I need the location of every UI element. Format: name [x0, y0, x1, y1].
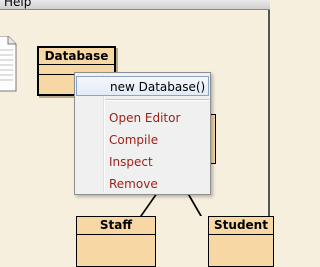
context-menu-separator	[105, 99, 209, 101]
readme-document-icon[interactable]	[0, 36, 20, 92]
inheritance-line-student	[187, 195, 202, 216]
inheritance-line-staff	[140, 195, 157, 216]
menu-item-new-database[interactable]: new Database()	[76, 76, 209, 96]
staff-class-name: Staff	[77, 217, 155, 235]
menu-item-compile[interactable]: Compile	[76, 130, 209, 150]
student-class-box[interactable]: Student	[208, 216, 274, 267]
class-context-menu: new Database() Open Editor Compile Inspe…	[74, 72, 211, 195]
menu-item-inspect[interactable]: Inspect	[76, 152, 209, 172]
database-class-name: Database	[39, 48, 114, 65]
menu-help[interactable]: Help	[4, 0, 31, 9]
menu-bar: Help	[0, 0, 270, 10]
staff-class-box[interactable]: Staff	[76, 216, 156, 267]
menu-item-open-editor[interactable]: Open Editor	[76, 108, 209, 128]
student-class-name: Student	[209, 217, 273, 235]
menu-item-remove[interactable]: Remove	[76, 174, 209, 194]
